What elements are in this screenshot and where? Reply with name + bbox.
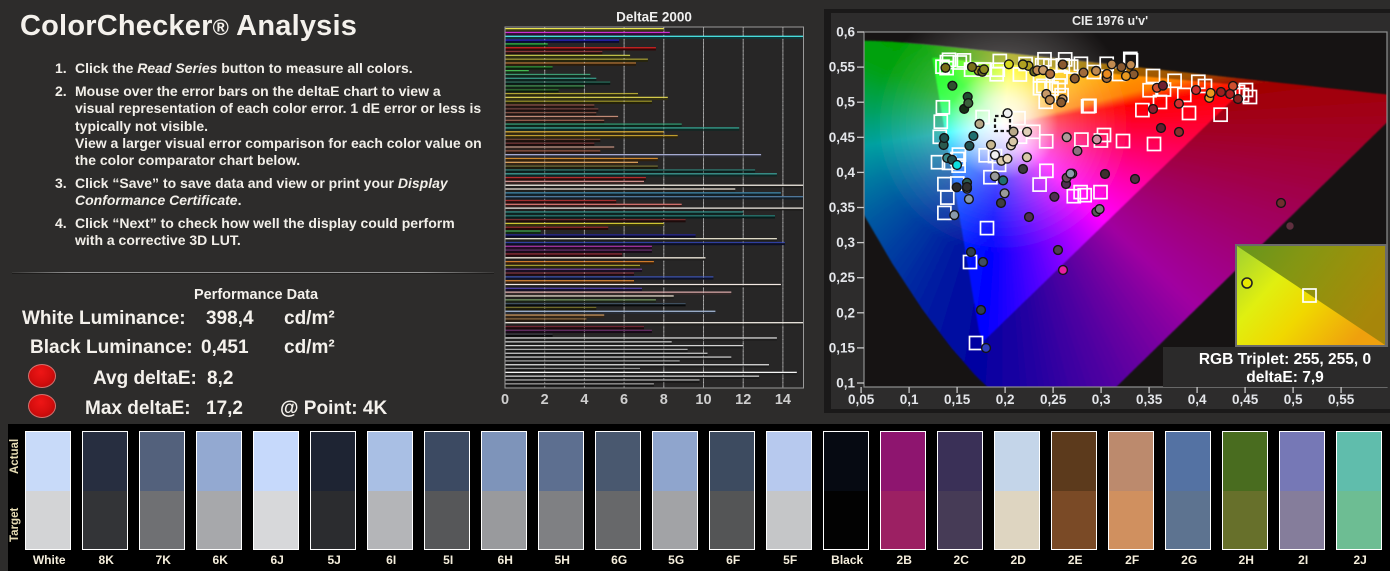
svg-text:0,2: 0,2 [996,392,1015,407]
svg-text:0,05: 0,05 [848,392,875,407]
svg-text:RGB Triplet: 255, 255, 0: RGB Triplet: 255, 255, 0 [1199,351,1371,368]
svg-text:0,45: 0,45 [1232,392,1259,407]
svg-text:0,45: 0,45 [829,130,856,145]
svg-text:0,25: 0,25 [829,270,856,285]
svg-text:0,35: 0,35 [1136,392,1163,407]
svg-text:0,15: 0,15 [829,340,856,355]
svg-text:0,1: 0,1 [836,376,855,391]
svg-text:0,5: 0,5 [1284,392,1303,407]
svg-text:0,4: 0,4 [836,165,855,180]
svg-text:14: 14 [775,392,791,408]
svg-text:0,55: 0,55 [1328,392,1355,407]
svg-text:0,5: 0,5 [836,95,855,110]
svg-text:8: 8 [660,392,668,408]
svg-text:4: 4 [580,392,588,408]
svg-text:0,35: 0,35 [829,200,856,215]
svg-text:0,4: 0,4 [1188,392,1207,407]
svg-text:0,2: 0,2 [836,305,855,320]
svg-text:12: 12 [735,392,751,408]
svg-text:6: 6 [620,392,628,408]
svg-text:0,55: 0,55 [829,60,856,75]
svg-text:0,25: 0,25 [1040,392,1067,407]
svg-text:0,15: 0,15 [944,392,971,407]
svg-text:CIE 1976 u'v': CIE 1976 u'v' [1072,14,1148,28]
svg-text:10: 10 [695,392,711,408]
svg-text:0: 0 [501,392,509,408]
svg-text:2: 2 [541,392,549,408]
svg-text:0,3: 0,3 [836,235,855,250]
svg-text:0,6: 0,6 [836,25,855,40]
svg-text:deltaE: 7,9: deltaE: 7,9 [1246,369,1324,386]
svg-text:DeltaE 2000: DeltaE 2000 [616,10,692,25]
svg-text:0,3: 0,3 [1092,392,1111,407]
svg-text:0,1: 0,1 [900,392,919,407]
